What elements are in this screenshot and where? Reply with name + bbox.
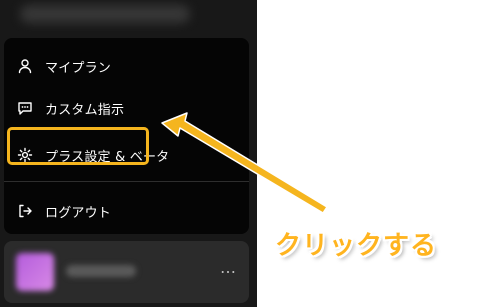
user-card[interactable]: … [4,241,249,303]
avatar [16,253,54,291]
menu-item-label: カスタム指示 [45,102,125,118]
user-name-blurred [66,265,136,277]
highlight-box [7,127,149,165]
blurred-top-item [20,5,190,23]
menu-divider [4,181,249,182]
sidebar: マイプラン カスタム指示 プラス設定 & ベータ ログアウト … [0,0,257,307]
chat-bubble-icon [16,99,34,117]
person-icon [16,57,34,75]
menu-item-my-plan[interactable]: マイプラン [4,46,249,86]
menu-item-custom-instructions[interactable]: カスタム指示 [4,88,249,128]
menu-item-label: ログアウト [45,205,112,221]
menu-item-label: マイプラン [45,60,112,76]
account-menu: マイプラン カスタム指示 プラス設定 & ベータ ログアウト [4,38,249,234]
logout-icon [16,202,34,220]
more-options-button[interactable]: … [217,260,239,282]
annotation-text: クリックする [275,231,438,261]
menu-item-logout[interactable]: ログアウト [4,191,249,231]
